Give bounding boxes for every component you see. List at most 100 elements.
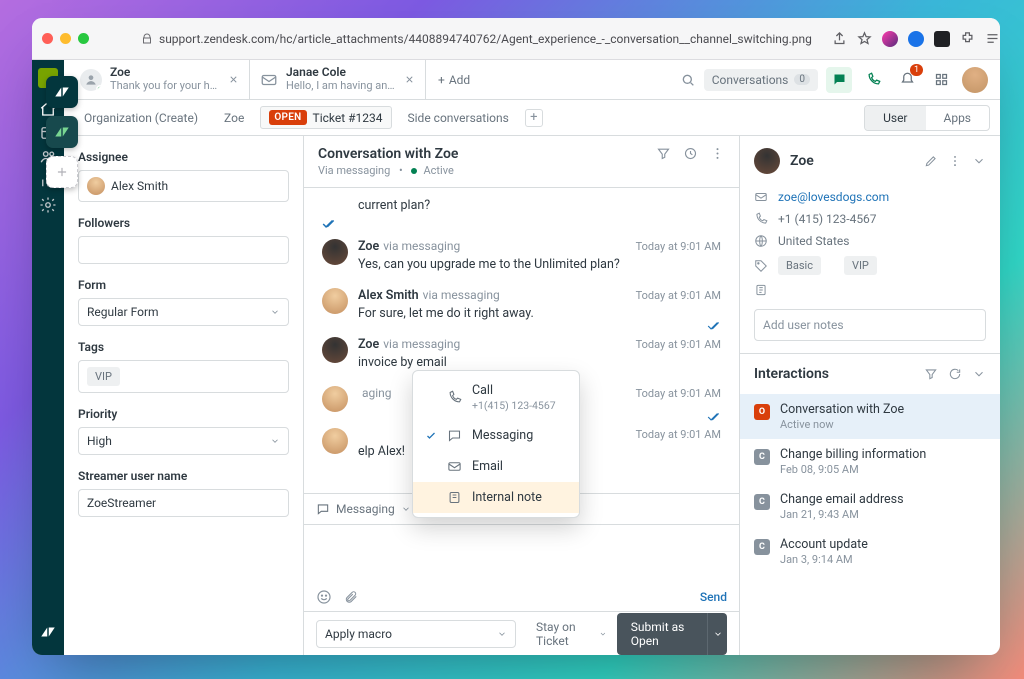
email-link[interactable]: zoe@lovesdogs.com — [778, 190, 889, 204]
read-receipt-icon — [322, 219, 336, 229]
assignee-label: Assignee — [78, 150, 289, 164]
tag-icon — [754, 259, 768, 273]
rail-settings-icon[interactable] — [39, 196, 57, 214]
channel-email[interactable]: Email — [413, 451, 579, 482]
bell-icon[interactable]: 1 — [894, 67, 920, 93]
extension-icon[interactable] — [908, 31, 924, 47]
ext-tile-add[interactable] — [46, 156, 78, 188]
breadcrumb[interactable]: Zoe — [214, 107, 254, 129]
url-text: support.zendesk.com/hc/article_attachmen… — [159, 32, 812, 46]
phone-icon — [447, 390, 462, 405]
ticket-tab[interactable]: Janae ColeHello, I am having an is... — [250, 60, 426, 99]
refresh-icon[interactable] — [948, 367, 962, 381]
browser-toolbar: support.zendesk.com/hc/article_attachmen… — [32, 18, 1000, 60]
breadcrumb[interactable]: Side conversations — [398, 107, 519, 129]
avatar — [754, 148, 780, 174]
chevron-down-icon[interactable] — [972, 154, 986, 168]
send-button[interactable]: Send — [700, 590, 727, 604]
extension-icon[interactable] — [882, 31, 898, 47]
star-icon[interactable] — [857, 31, 872, 46]
macro-select[interactable]: Apply macro — [316, 620, 516, 648]
right-panel-segmented[interactable]: User Apps — [864, 105, 990, 131]
segment-apps[interactable]: Apps — [926, 106, 990, 130]
status-badge-icon: O — [754, 404, 770, 420]
conversation-title: Conversation with Zoe — [318, 146, 458, 162]
apps-grid-icon[interactable] — [928, 67, 954, 93]
puzzle-icon[interactable] — [960, 31, 975, 46]
chat-icon — [316, 502, 330, 516]
add-tab-button[interactable]: +Add — [426, 60, 482, 99]
more-icon[interactable] — [710, 146, 725, 161]
interaction-item[interactable]: O Conversation with ZoeActive now — [740, 394, 1000, 439]
chevron-down-icon — [270, 307, 280, 317]
channel-messaging[interactable]: Messaging — [413, 420, 579, 451]
rail-zendesk-icon[interactable] — [39, 623, 57, 641]
window-controls[interactable] — [42, 33, 89, 44]
mail-icon — [447, 459, 462, 474]
streamer-label: Streamer user name — [78, 469, 289, 483]
ticket-chip[interactable]: OPENTicket #1234 — [260, 106, 391, 129]
status-badge-icon: C — [754, 539, 770, 555]
ticket-tab[interactable]: ZoeThank you for your hel... — [70, 60, 250, 99]
streamer-input[interactable]: ZoeStreamer — [78, 489, 289, 517]
browser-window: support.zendesk.com/hc/article_attachmen… — [32, 18, 1000, 655]
interaction-item[interactable]: C Change email addressJan 21, 9:43 AM — [740, 484, 1000, 529]
form-select[interactable]: Regular Form — [78, 298, 289, 326]
followers-input[interactable] — [78, 236, 289, 264]
avatar — [322, 288, 348, 314]
share-icon[interactable] — [832, 31, 847, 46]
agent-avatar[interactable] — [962, 67, 988, 93]
status-badge-icon: C — [754, 494, 770, 510]
history-icon[interactable] — [683, 146, 698, 161]
breadcrumb[interactable]: Organization (Create) — [74, 107, 208, 129]
form-label: Form — [78, 278, 289, 292]
avatar — [87, 177, 105, 195]
channel-internal-note[interactable]: Internal note — [413, 482, 579, 513]
edit-icon[interactable] — [924, 154, 938, 168]
extension-icon[interactable] — [934, 31, 950, 47]
attachment-icon[interactable] — [344, 589, 358, 605]
chevron-down-icon[interactable] — [972, 367, 986, 381]
filter-icon[interactable] — [924, 367, 938, 381]
user-panel: Zoe zoe@lovesdogs.com +1 (415) 123-4567 … — [740, 136, 1000, 655]
close-icon[interactable] — [404, 74, 415, 85]
ext-tile-zendesk[interactable] — [46, 76, 78, 108]
tags-input[interactable]: VIP — [78, 360, 289, 393]
search-icon[interactable] — [680, 72, 696, 88]
ticket-tabs: ZoeThank you for your hel... Janae ColeH… — [64, 60, 1000, 100]
channel-menu[interactable]: Call+1(415) 123-4567 Messaging Email Int… — [412, 370, 580, 518]
interaction-item[interactable]: C Change billing informationFeb 08, 9:05… — [740, 439, 1000, 484]
conversations-pill[interactable]: Conversations0 — [704, 69, 818, 91]
user-notes[interactable]: Add user notes — [754, 309, 986, 341]
avatar — [322, 239, 348, 265]
stay-on-ticket[interactable]: Stay on Ticket — [536, 620, 607, 648]
compose-textarea[interactable] — [304, 525, 739, 583]
interactions-title: Interactions — [754, 366, 829, 382]
mail-icon — [260, 71, 278, 89]
message: Alex Smith via messagingToday at 9:01 AM… — [322, 288, 721, 321]
channel-call[interactable]: Call+1(415) 123-4567 — [413, 375, 579, 420]
phone-icon[interactable] — [860, 67, 886, 93]
status-dot-icon — [411, 168, 417, 174]
emoji-icon[interactable] — [316, 589, 332, 605]
more-icon[interactable] — [948, 154, 962, 168]
chat-status-icon[interactable] — [826, 67, 852, 93]
submit-button[interactable]: Submit as Open — [617, 613, 727, 655]
filter-icon[interactable] — [656, 146, 671, 161]
priority-label: Priority — [78, 407, 289, 421]
assignee-input[interactable]: Alex Smith — [78, 170, 289, 202]
list-icon[interactable] — [985, 31, 1000, 46]
read-receipt-icon — [707, 412, 721, 422]
phone-icon — [754, 212, 768, 226]
ext-tile-zendesk-2[interactable] — [46, 116, 78, 148]
check-icon — [425, 430, 437, 442]
submit-dropdown[interactable] — [707, 613, 727, 655]
interaction-item[interactable]: C Account updateJan 3, 9:14 AM — [740, 529, 1000, 574]
close-icon[interactable] — [228, 74, 239, 85]
chevron-down-icon — [401, 504, 411, 514]
add-side-conversation[interactable]: + — [525, 109, 543, 127]
priority-select[interactable]: High — [78, 427, 289, 455]
url-bar[interactable]: support.zendesk.com/hc/article_attachmen… — [137, 32, 816, 46]
ticket-fields-panel: Assignee Alex Smith Followers Form Regul… — [64, 136, 304, 655]
segment-user[interactable]: User — [865, 106, 925, 130]
